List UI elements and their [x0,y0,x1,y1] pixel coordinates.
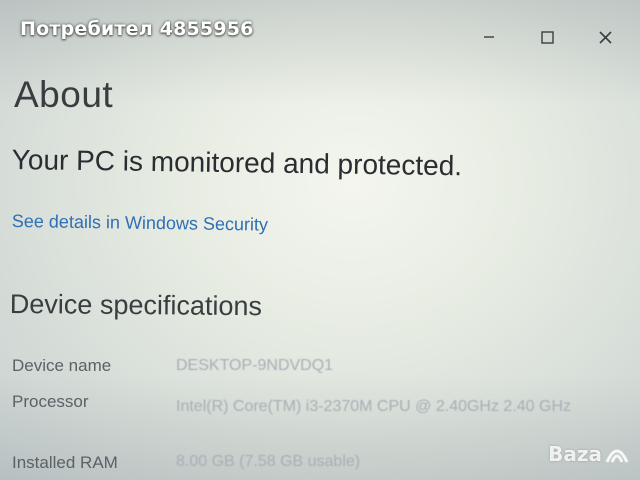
watermark-text: Baza [548,442,602,466]
device-specifications-heading: Device specifications [9,289,263,322]
minimize-icon [484,36,494,38]
watermark-logo-icon [605,449,629,463]
spec-label-processor: Processor [12,392,89,411]
spec-value-installed-ram: 8.00 GB (7.58 GB usable) [176,453,361,470]
protection-status-message: Your PC is monitored and protected. [11,144,463,182]
maximize-button[interactable] [518,22,576,52]
spec-value-processor: Intel(R) Core(TM) i3-2370M CPU @ 2.40GHz… [176,398,572,415]
minimize-button[interactable] [460,22,518,52]
close-icon [598,30,612,44]
spec-label-device-name: Device name [12,356,112,375]
site-watermark: Baza [548,442,630,466]
maximize-icon [540,30,554,44]
spec-value-device-name: DESKTOP-9NDVDQ1 [176,357,334,374]
page-title: About [14,74,114,115]
windows-security-link[interactable]: See details in Windows Security [12,211,268,236]
spec-label-installed-ram: Installed RAM [12,453,118,472]
window-controls [460,22,634,52]
close-button[interactable] [576,22,634,52]
seller-username-overlay: Потребител 4855956 [20,18,254,40]
